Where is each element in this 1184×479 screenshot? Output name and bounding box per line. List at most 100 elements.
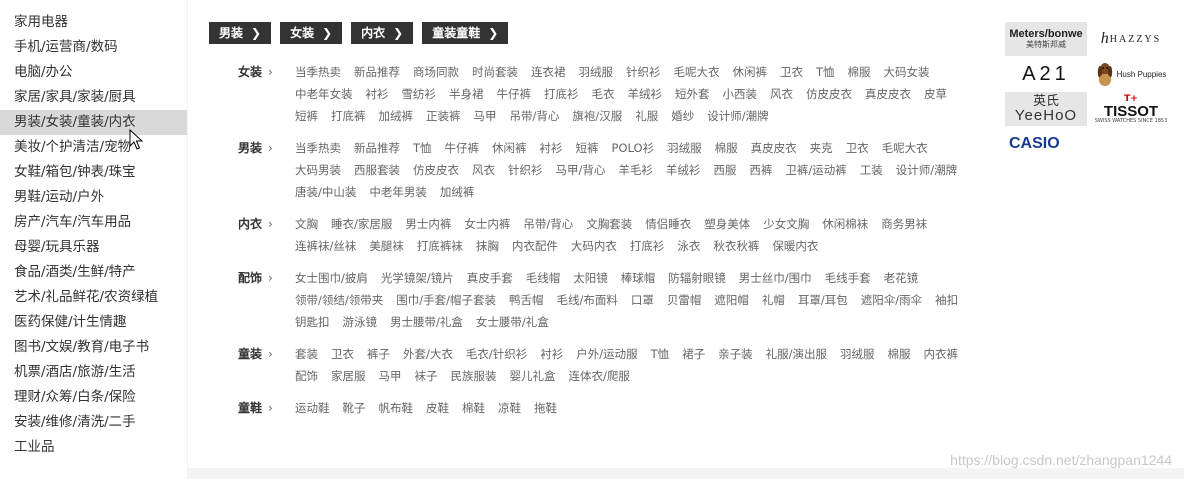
category-link[interactable]: 真皮皮衣 (865, 83, 911, 105)
category-link[interactable]: 卫衣 (846, 137, 869, 159)
category-link[interactable]: 文胸 (295, 213, 318, 235)
category-link[interactable]: 保暖内衣 (772, 235, 818, 257)
category-link[interactable]: 连衣裙 (531, 61, 566, 83)
category-link[interactable]: 卫衣 (780, 61, 803, 83)
category-link[interactable]: 唐装/中山装 (295, 181, 356, 203)
category-link[interactable]: 羽绒服 (667, 137, 702, 159)
category-link[interactable]: 中老年女装 (295, 83, 353, 105)
category-link[interactable]: 真皮皮衣 (751, 137, 797, 159)
category-link[interactable]: 设计师/潮牌 (896, 159, 957, 181)
category-link[interactable]: 毛衣 (592, 83, 615, 105)
category-link[interactable]: 围巾/手套/帽子套装 (396, 289, 496, 311)
nav-item[interactable]: 图书/文娱/教育/电子书 (0, 335, 187, 360)
brand-a21[interactable]: A21 (1005, 57, 1087, 91)
category-link[interactable]: 袖扣 (935, 289, 958, 311)
brand-hush-puppies[interactable]: Hush Puppies (1090, 57, 1172, 91)
category-link[interactable]: 男士内裤 (405, 213, 451, 235)
category-link[interactable]: 当季热卖 (295, 61, 341, 83)
nav-item[interactable]: 家居/家具/家装/厨具 (0, 85, 187, 110)
category-link[interactable]: 仿皮皮衣 (413, 159, 459, 181)
category-link[interactable]: 帆布鞋 (379, 397, 414, 419)
category-link[interactable]: 新品推荐 (354, 61, 400, 83)
category-link[interactable]: 衬衫 (366, 83, 389, 105)
nav-item[interactable]: 男装/女装/童装/内衣 (0, 110, 187, 135)
category-link[interactable]: 羊绒衫 (628, 83, 663, 105)
category-link[interactable]: 时尚套装 (472, 61, 518, 83)
category-link[interactable]: 棉服 (848, 61, 871, 83)
nav-item[interactable]: 房产/汽车/汽车用品 (0, 210, 187, 235)
category-link[interactable]: 仿皮皮衣 (806, 83, 852, 105)
category-link[interactable]: 马甲 (379, 365, 402, 387)
category-link[interactable]: 运动鞋 (295, 397, 330, 419)
category-link[interactable]: 牛仔裤 (445, 137, 480, 159)
category-link[interactable]: 棉鞋 (462, 397, 485, 419)
category-link[interactable]: 中老年男装 (369, 181, 427, 203)
category-link[interactable]: 文胸套装 (586, 213, 632, 235)
category-link[interactable]: 短外套 (675, 83, 710, 105)
nav-item[interactable]: 男鞋/运动/户外 (0, 185, 187, 210)
nav-item[interactable]: 女鞋/箱包/钟表/珠宝 (0, 160, 187, 185)
category-link[interactable]: 卫裤/运动裤 (785, 159, 846, 181)
category-link[interactable]: 毛线手套 (825, 267, 871, 289)
category-link[interactable]: 民族服装 (451, 365, 497, 387)
category-link[interactable]: 西服 (713, 159, 736, 181)
category-link[interactable]: 塑身美体 (704, 213, 750, 235)
category-link[interactable]: 礼服 (635, 105, 658, 127)
category-link[interactable]: 内衣配件 (512, 235, 558, 257)
category-link[interactable]: 针织衫 (626, 61, 661, 83)
category-link[interactable]: 拖鞋 (534, 397, 557, 419)
category-title[interactable]: 男装 › (238, 137, 295, 203)
nav-item[interactable]: 医药保健/计生情趣 (0, 310, 187, 335)
nav-item[interactable]: 安装/维修/清洗/二手 (0, 410, 187, 435)
channel-tab[interactable]: 男装 ❯ (209, 22, 272, 44)
category-link[interactable]: 男士丝巾/围巾 (739, 267, 812, 289)
category-link[interactable]: 礼帽 (762, 289, 785, 311)
channel-tab[interactable]: 女装 ❯ (280, 22, 343, 44)
category-link[interactable]: 针织衫 (508, 159, 543, 181)
nav-item[interactable]: 工业品 (0, 435, 187, 460)
category-link[interactable]: 吊带/背心 (510, 105, 560, 127)
category-link[interactable]: 毛线/布面料 (557, 289, 618, 311)
category-link[interactable]: 休闲裤 (733, 61, 768, 83)
category-link[interactable]: 旗袍/汉服 (572, 105, 622, 127)
category-link[interactable]: 婴儿礼盒 (510, 365, 556, 387)
category-link[interactable]: 毛线帽 (526, 267, 561, 289)
category-link[interactable]: 马甲 (474, 105, 497, 127)
category-link[interactable]: 新品推荐 (354, 137, 400, 159)
category-link[interactable]: 真皮手套 (467, 267, 513, 289)
category-link[interactable]: 女士腰带/礼盒 (476, 311, 549, 333)
category-link[interactable]: 小西装 (723, 83, 758, 105)
category-link[interactable]: 大码内衣 (571, 235, 617, 257)
category-link[interactable]: 遮阳帽 (714, 289, 749, 311)
category-link[interactable]: 商场同款 (413, 61, 459, 83)
category-link[interactable]: 当季热卖 (295, 137, 341, 159)
category-link[interactable]: 大码女装 (884, 61, 930, 83)
category-link[interactable]: 毛呢大衣 (674, 61, 720, 83)
nav-item[interactable]: 美妆/个护清洁/宠物 (0, 135, 187, 160)
category-link[interactable]: 女士内裤 (464, 213, 510, 235)
category-link[interactable]: 加绒裤 (379, 105, 414, 127)
category-link[interactable]: 钥匙扣 (295, 311, 330, 333)
category-title[interactable]: 童装 › (238, 343, 295, 387)
category-link[interactable]: 抹胸 (476, 235, 499, 257)
category-link[interactable]: T恤 (816, 61, 835, 83)
nav-item[interactable]: 家用电器 (0, 10, 187, 35)
category-link[interactable]: 短裤 (295, 105, 318, 127)
category-link[interactable]: 半身裙 (449, 83, 484, 105)
category-link[interactable]: 短裤 (576, 137, 599, 159)
brand-yeehoo[interactable]: 英氏 YeeHoO (1005, 92, 1087, 126)
category-link[interactable]: 凉鞋 (498, 397, 521, 419)
category-link[interactable]: 老花镜 (884, 267, 919, 289)
category-link[interactable]: 休闲裤 (492, 137, 527, 159)
category-link[interactable]: 棉服 (888, 343, 911, 365)
category-link[interactable]: 连体衣/爬服 (569, 365, 630, 387)
category-link[interactable]: 正装裤 (426, 105, 461, 127)
category-link[interactable]: 光学镜架/镜片 (381, 267, 454, 289)
category-link[interactable]: 商务男袜 (881, 213, 927, 235)
category-link[interactable]: POLO衫 (612, 137, 655, 159)
category-link[interactable]: 牛仔裤 (497, 83, 532, 105)
category-link[interactable]: 防辐射眼镜 (668, 267, 726, 289)
category-link[interactable]: 工装 (860, 159, 883, 181)
category-link[interactable]: 羽绒服 (840, 343, 875, 365)
category-link[interactable]: 夹克 (810, 137, 833, 159)
